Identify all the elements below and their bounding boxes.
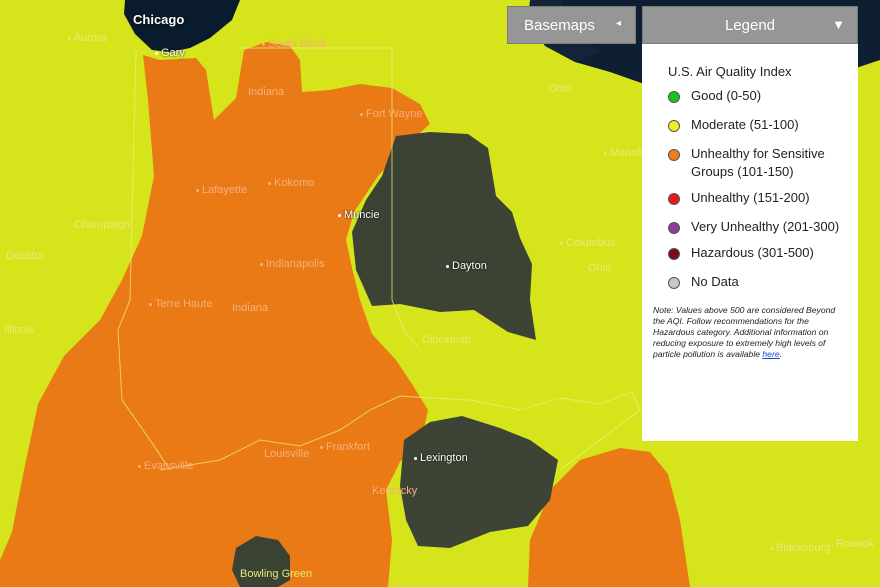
legend-item: Hazardous (301-500) [668, 244, 846, 262]
city-label-gary: Gary [155, 47, 185, 59]
legend-item-label: Unhealthy (151-200) [691, 190, 810, 205]
legend-title: U.S. Air Quality Index [668, 64, 792, 79]
city-label-south-bend: South Bend [262, 38, 326, 50]
city-label-dayton: Dayton [446, 260, 487, 272]
legend-item-label: Unhealthy for Sensitive Groups (101-150) [691, 146, 825, 179]
basemaps-button[interactable]: Basemaps ◂ [507, 6, 636, 44]
legend-item: Unhealthy for Sensitive Groups (101-150) [668, 145, 846, 181]
city-label-louisville: Louisville [264, 448, 310, 460]
legend-swatch-icon [668, 91, 680, 103]
legend-item: Unhealthy (151-200) [668, 189, 846, 207]
legend-toggle-button[interactable]: Legend ▼ [642, 6, 858, 44]
legend-item-label: Hazardous (301-500) [691, 245, 814, 260]
legend-swatch-icon [668, 277, 680, 289]
legend-item-label: No Data [691, 274, 739, 289]
legend-swatch-icon [668, 193, 680, 205]
city-label-evansville: Evansville [138, 460, 194, 472]
basemaps-label: Basemaps [524, 16, 595, 34]
city-label-fort-wayne: Fort Wayne [360, 108, 422, 120]
state-label-ohio-north: Ohio [548, 83, 572, 95]
legend-panel: U.S. Air Quality Index Good (0-50) Modera… [642, 44, 858, 441]
state-label-indiana-south: Indiana [232, 302, 269, 314]
legend-label: Legend [724, 16, 776, 34]
legend-item: No Data [668, 273, 846, 291]
legend-note-text: Note: Values above 500 are considered Be… [653, 305, 836, 359]
state-label-illinois: Illinois [4, 324, 35, 336]
city-label-decatur: Decatur [6, 250, 45, 262]
chevron-down-icon: ▼ [832, 17, 845, 32]
city-label-lafayette: Lafayette [196, 184, 247, 196]
city-label-mansfield: Mansfi [604, 147, 642, 159]
city-label-aurora: Aurora [68, 32, 107, 44]
city-label-kokomo: Kokomo [268, 177, 314, 189]
legend-item: Good (0-50) [668, 87, 846, 105]
state-label-ohio-south: Ohio [588, 262, 612, 274]
legend-note-link[interactable]: here [762, 349, 779, 359]
city-label-roanoke: Roanok [836, 538, 874, 550]
legend-item-label: Good (0-50) [691, 88, 762, 103]
legend-item-label: Moderate (51-100) [691, 117, 799, 132]
city-label-bowling-green: Bowling Green [240, 568, 313, 580]
city-label-indianapolis: Indianapolis [260, 258, 325, 270]
legend-item: Moderate (51-100) [668, 116, 846, 134]
legend-item-label: Very Unhealthy (201-300) [691, 219, 840, 234]
city-label-champaign: Champaign [74, 219, 131, 231]
city-label-frankfort: Frankfort [320, 441, 370, 453]
city-label-cincinnati: Cincinnati [422, 334, 471, 346]
state-label-kentucky: Kentucky [372, 485, 418, 497]
city-label-terre-haute: Terre Haute [149, 298, 212, 310]
city-label-chicago: Chicago [133, 12, 185, 27]
collapse-left-icon: ◂ [615, 18, 621, 29]
city-label-lexington: Lexington [414, 452, 468, 464]
legend-note: Note: Values above 500 are considered Be… [653, 305, 846, 360]
legend-item: Very Unhealthy (201-300) [668, 218, 846, 236]
legend-items: Good (0-50) Moderate (51-100) Unhealthy fo… [668, 87, 846, 291]
state-label-indiana-north: Indiana [248, 86, 285, 98]
legend-swatch-icon [668, 120, 680, 132]
city-label-columbus: Columbus [560, 237, 616, 249]
legend-note-end: . [779, 349, 782, 359]
legend-swatch-icon [668, 222, 680, 234]
city-label-blacksburg: Blacksburg [770, 542, 830, 554]
city-label-muncie: Muncie [338, 209, 379, 221]
legend-swatch-icon [668, 149, 680, 161]
legend-swatch-icon [668, 248, 680, 260]
